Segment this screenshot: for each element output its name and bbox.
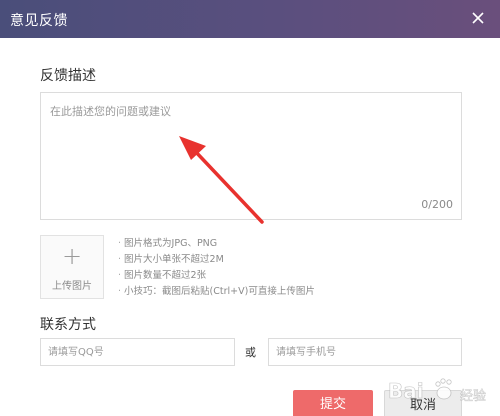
or-label: 或 [245, 346, 256, 359]
feedback-label: 反馈描述 [40, 68, 96, 84]
upload-image-button[interactable]: + 上传图片 [40, 235, 104, 299]
char-counter: 0/200 [421, 198, 453, 211]
feedback-textarea-container: 0/200 [40, 92, 462, 220]
plus-icon: + [61, 242, 83, 270]
phone-input[interactable] [268, 338, 462, 366]
qq-input[interactable] [40, 338, 235, 366]
feedback-textarea[interactable] [41, 93, 461, 219]
tip-item: 图片数量不超过2张 [118, 268, 315, 284]
upload-image-label: 上传图片 [52, 281, 92, 292]
close-icon[interactable] [468, 8, 488, 28]
svg-text:经验: 经验 [460, 388, 486, 404]
dialog-titlebar: 意见反馈 [0, 0, 500, 38]
contact-label: 联系方式 [40, 317, 96, 333]
cancel-button[interactable]: 取消 [384, 390, 462, 416]
tip-item: 小技巧：截图后粘贴(Ctrl+V)可直接上传图片 [118, 284, 315, 300]
tip-item: 图片大小单张不超过2M [118, 252, 315, 268]
tip-item: 图片格式为JPG、PNG [118, 236, 315, 252]
submit-button[interactable]: 提交 [293, 390, 373, 416]
feedback-dialog: 意见反馈 反馈描述 0/200 + 上传图片 图片格式为JPG、PNG 图片大小… [0, 0, 500, 416]
upload-tips: 图片格式为JPG、PNG 图片大小单张不超过2M 图片数量不超过2张 小技巧：截… [118, 236, 315, 300]
dialog-title: 意见反馈 [10, 13, 68, 29]
